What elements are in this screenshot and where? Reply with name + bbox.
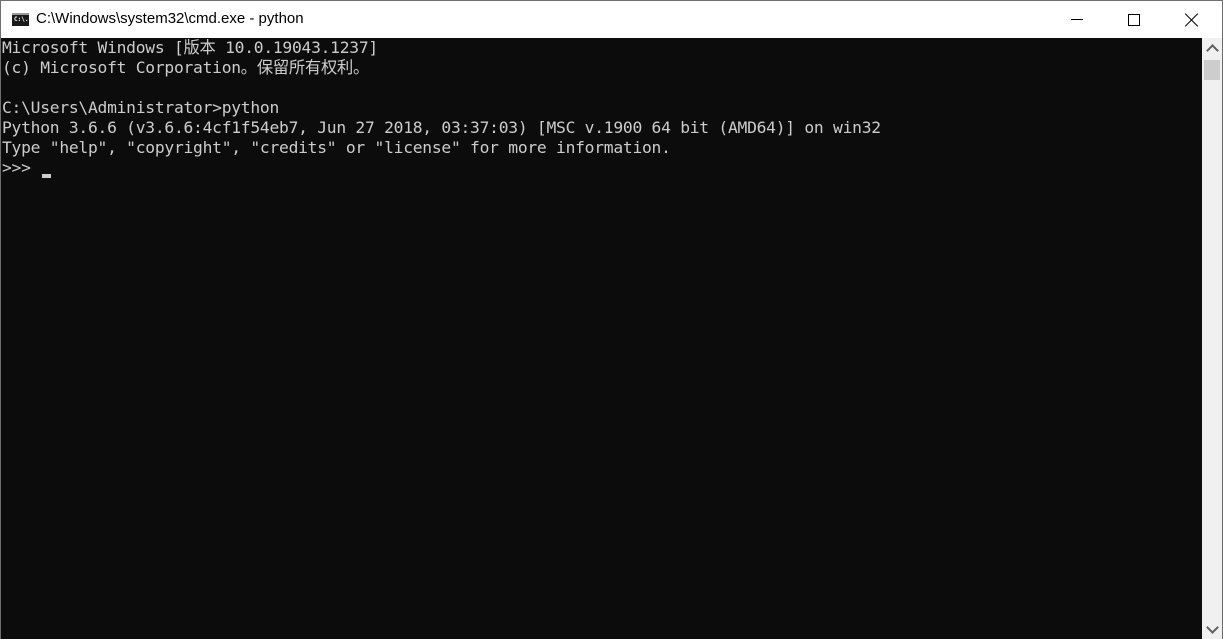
vertical-scrollbar[interactable] — [1202, 38, 1222, 639]
chevron-up-icon — [1205, 43, 1219, 57]
minimize-icon — [1071, 19, 1083, 20]
cmd-app-icon[interactable]: C:\. — [12, 13, 29, 26]
close-icon — [1185, 13, 1199, 27]
close-button[interactable] — [1163, 1, 1221, 38]
minimize-button[interactable] — [1048, 1, 1106, 38]
text-cursor — [42, 174, 51, 178]
maximize-button[interactable] — [1105, 1, 1163, 38]
cmd-app-icon-text: C:\. — [14, 16, 29, 23]
title-bar[interactable]: C:\. C:\Windows\system32\cmd.exe - pytho… — [1, 1, 1222, 38]
window-title: C:\Windows\system32\cmd.exe - python — [36, 10, 304, 27]
scroll-up-button[interactable] — [1202, 38, 1222, 58]
python-prompt[interactable]: >>> — [2, 158, 40, 178]
console-line: Microsoft Windows [版本 10.0.19043.1237] — [2, 38, 378, 57]
console-line: C:\Users\Administrator>python — [2, 98, 280, 117]
scroll-down-button[interactable] — [1202, 619, 1222, 639]
console-line: (c) Microsoft Corporation。保留所有权利。 — [2, 58, 370, 77]
maximize-icon — [1128, 13, 1140, 26]
chevron-down-icon — [1205, 620, 1219, 634]
console-line: Python 3.6.6 (v3.6.6:4cf1f54eb7, Jun 27 … — [2, 118, 881, 137]
scrollbar-thumb[interactable] — [1204, 60, 1220, 80]
console-line: Type "help", "copyright", "credits" or "… — [2, 138, 671, 157]
cmd-window: C:\. C:\Windows\system32\cmd.exe - pytho… — [0, 0, 1223, 639]
console-output[interactable]: Microsoft Windows [版本 10.0.19043.1237] (… — [1, 38, 1202, 639]
